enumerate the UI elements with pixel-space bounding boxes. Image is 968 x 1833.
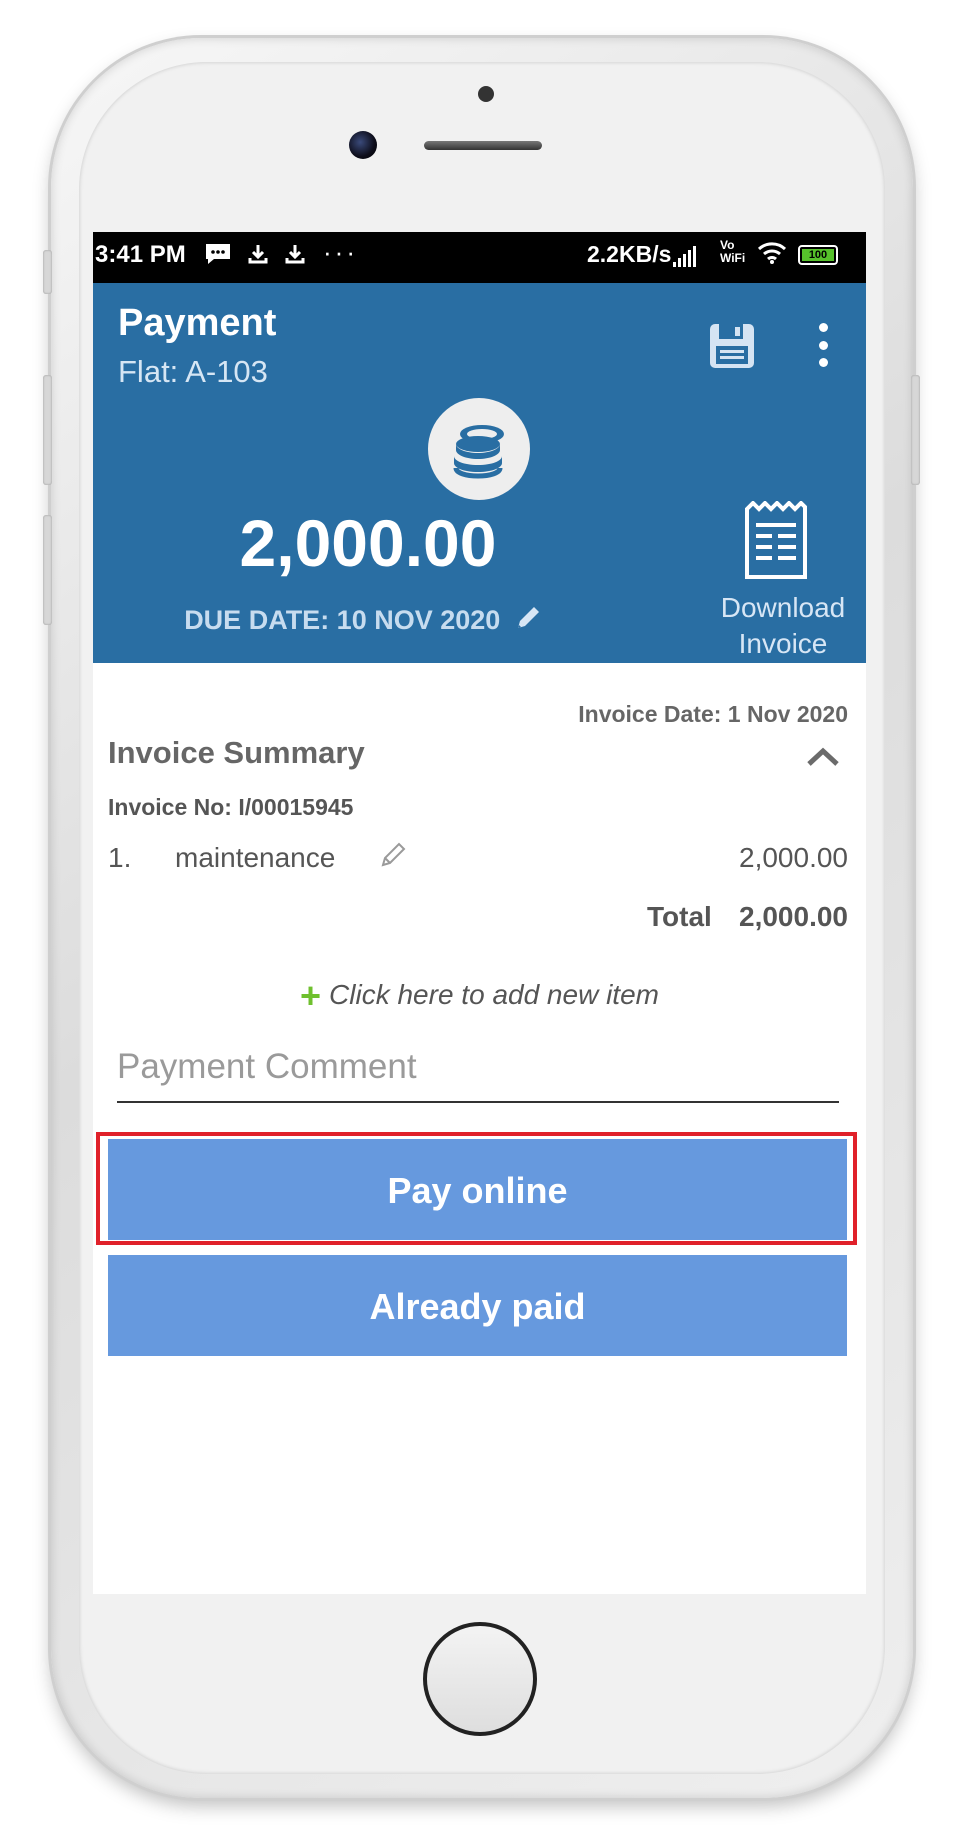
more-options-icon[interactable]: [816, 323, 830, 367]
payment-amount: 2,000.00: [239, 506, 497, 580]
add-item-label: Click here to add new item: [329, 979, 659, 1010]
due-date-row[interactable]: DUE DATE: 10 NOV 2020: [93, 604, 633, 639]
network-speed: 2.2KB/s: [587, 241, 672, 267]
plus-icon: +: [300, 975, 322, 1016]
page-title: Payment: [118, 302, 277, 344]
invoice-date: Invoice Date: 1 Nov 2020: [578, 701, 848, 727]
wifi-icon: [757, 241, 787, 271]
coins-icon: [428, 398, 530, 500]
status-bar: 3:41 PM ··· 2.2KB/s Vo WiFi 100: [93, 232, 866, 283]
total-value: 2,000.00: [739, 901, 848, 932]
vowifi-bottom: WiFi: [720, 251, 746, 265]
front-camera: [349, 131, 377, 159]
item-name: maintenance: [175, 842, 336, 873]
volume-down-button: [43, 515, 52, 625]
power-button: [911, 375, 920, 485]
invoice-body: Invoice Date: 1 Nov 2020 Invoice Summary…: [93, 663, 866, 1594]
pay-online-button[interactable]: Pay online: [108, 1139, 847, 1240]
add-item-link[interactable]: + Click here to add new item: [93, 975, 866, 1017]
invoice-line-item: 1. maintenance 2,000.00: [108, 840, 848, 880]
edit-pencil-icon[interactable]: [378, 840, 408, 877]
vowifi-top: Vo: [720, 238, 735, 252]
battery-icon: 100: [798, 245, 838, 265]
pencil-icon[interactable]: [514, 604, 542, 639]
download-invoice-button[interactable]: Download Invoice: [713, 590, 853, 662]
mute-switch: [43, 250, 52, 294]
payment-comment-input[interactable]: [117, 1039, 839, 1103]
flat-label: Flat: A-103: [118, 354, 268, 389]
message-icon: [204, 242, 232, 272]
download-icon: [246, 242, 270, 272]
earpiece-speaker: [424, 141, 542, 150]
payment-header: Payment Flat: A-103 2,000.00 DUE DATE: 1…: [93, 283, 866, 663]
download-label-line2: Invoice: [738, 628, 828, 659]
invoice-summary-title: Invoice Summary: [108, 735, 365, 770]
download-icon: [283, 242, 307, 272]
save-icon[interactable]: [705, 319, 759, 373]
item-index: 1.: [108, 842, 132, 873]
already-paid-button[interactable]: Already paid: [108, 1255, 847, 1356]
volume-up-button: [43, 375, 52, 485]
more-dots-icon: ···: [323, 237, 358, 267]
invoice-number: Invoice No: I/00015945: [108, 794, 354, 820]
total-label: Total: [647, 901, 712, 932]
receipt-icon[interactable]: [743, 500, 809, 581]
status-time: 3:41 PM: [95, 241, 186, 268]
app-screen: 3:41 PM ··· 2.2KB/s Vo WiFi 100 Payment F…: [93, 232, 866, 1594]
home-button[interactable]: [423, 1622, 537, 1736]
due-date: DUE DATE: 10 NOV 2020: [184, 605, 501, 635]
item-amount: 2,000.00: [739, 842, 848, 873]
chevron-up-icon[interactable]: [806, 747, 840, 767]
vowifi-indicator: Vo WiFi: [720, 239, 745, 265]
download-label-line1: Download: [720, 592, 846, 623]
proximity-sensor: [478, 86, 494, 102]
battery-level: 100: [802, 249, 834, 261]
signal-icon: [673, 245, 696, 267]
